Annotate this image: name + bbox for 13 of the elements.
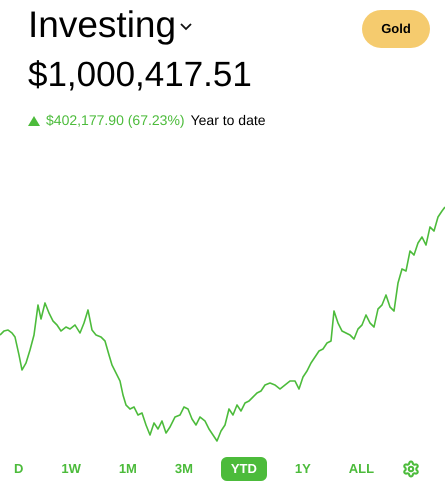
membership-button[interactable]: Gold xyxy=(362,10,430,48)
change-period: Year to date xyxy=(190,111,266,130)
range-tab[interactable]: YTD xyxy=(220,457,267,481)
range-tab[interactable]: 3M xyxy=(164,457,203,481)
change-amount: $402,177.90 (67.23%) xyxy=(46,111,185,130)
range-tab[interactable]: 1M xyxy=(108,457,147,481)
page-title: Investing xyxy=(28,3,176,47)
range-tab[interactable]: ALL xyxy=(338,457,384,481)
range-tab[interactable]: 1W xyxy=(51,457,91,481)
range-tab[interactable]: 1Y xyxy=(284,457,321,481)
caret-icon[interactable] xyxy=(180,23,192,31)
range-tab[interactable]: D xyxy=(4,457,34,481)
portfolio-value: $1,000,417.51 xyxy=(27,54,253,96)
